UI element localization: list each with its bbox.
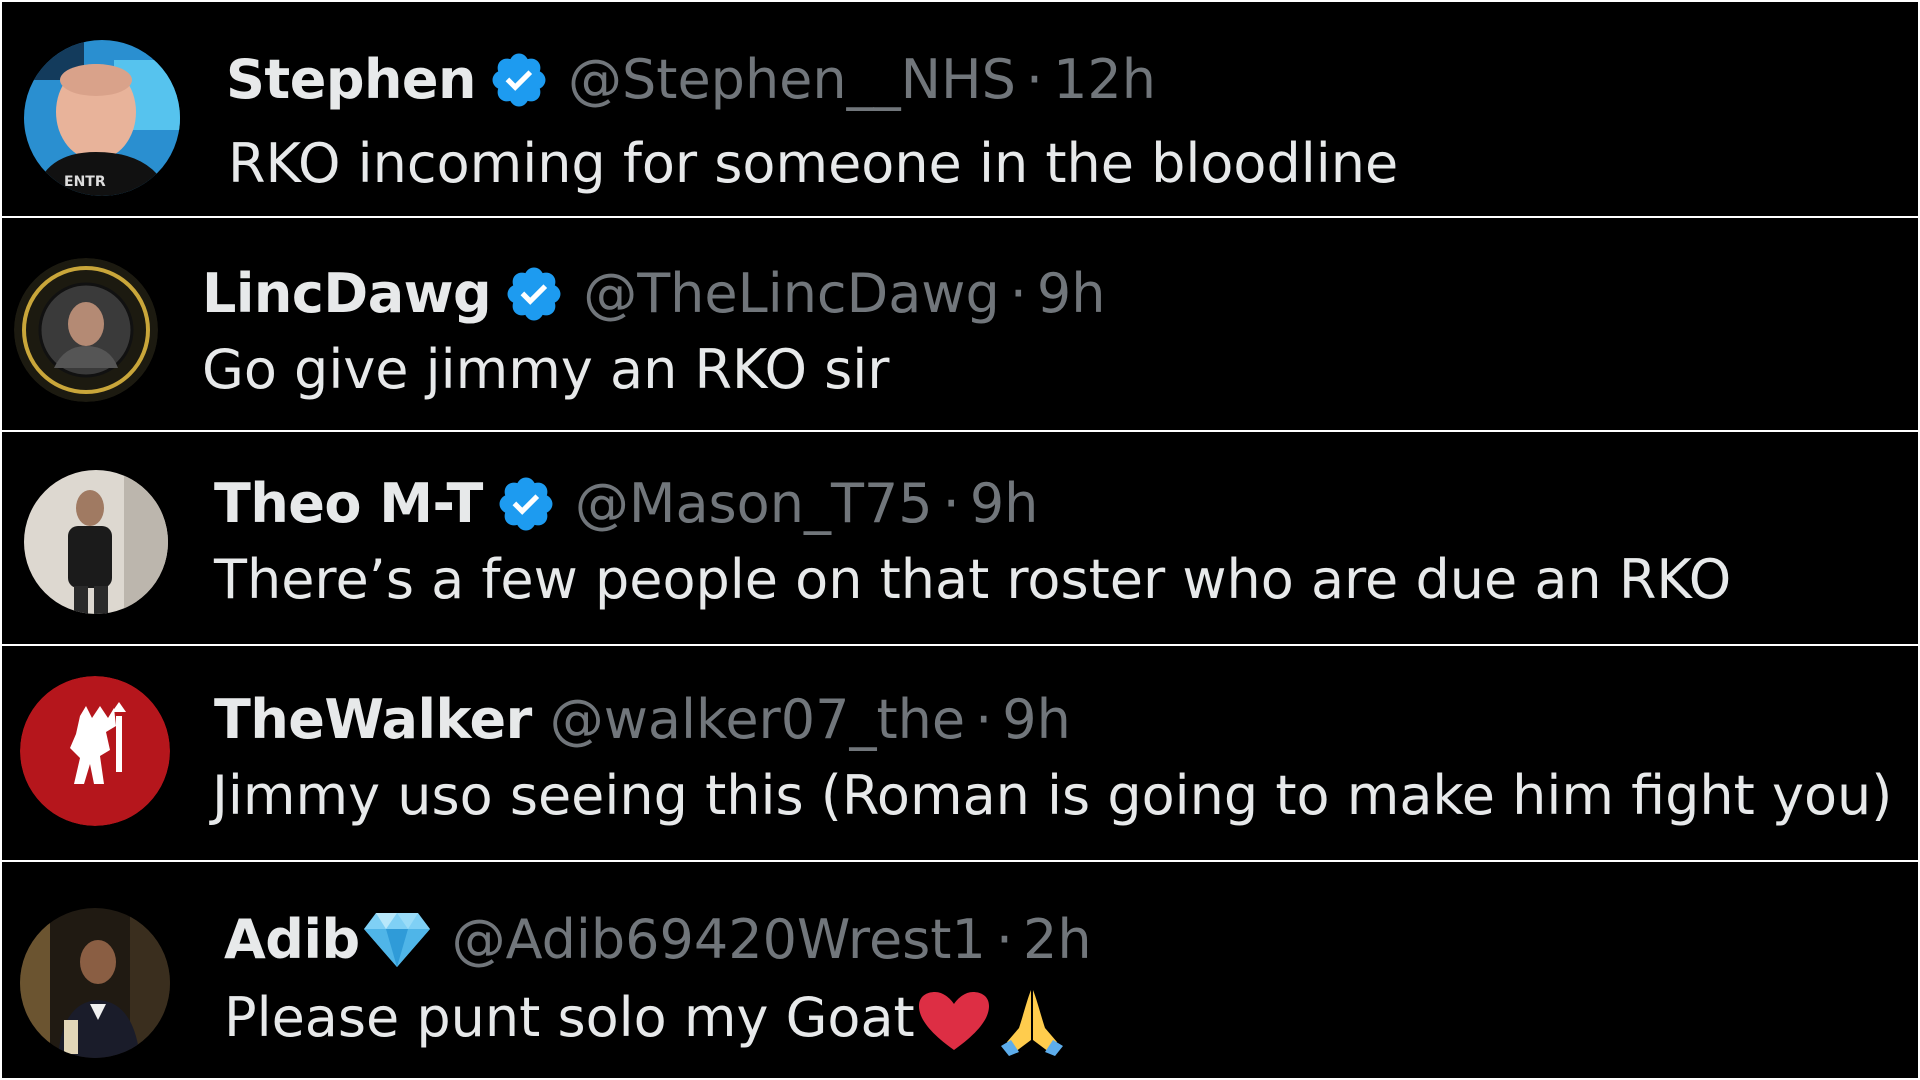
post-thewalker[interactable]: TheWalker @walker07_the · 9h Jimmy uso s… xyxy=(2,646,1918,860)
post-theo[interactable]: Theo M-T @Mason_T75 · 9h There’s a few p… xyxy=(2,432,1918,644)
gem-icon xyxy=(360,911,434,969)
avatar-adib[interactable] xyxy=(20,908,170,1058)
avatar-thewalker[interactable] xyxy=(20,676,170,826)
red-devil-crest-icon xyxy=(20,676,170,826)
timestamp[interactable]: 9h xyxy=(1037,262,1106,326)
profile-photo-man-black-shirt-icon: ENTR xyxy=(24,40,180,196)
timestamp[interactable]: 9h xyxy=(970,472,1039,536)
timestamp[interactable]: 2h xyxy=(1023,908,1092,972)
avatar-lincdawg[interactable] xyxy=(14,258,158,402)
verified-badge-icon xyxy=(488,49,550,111)
avatar-theo[interactable] xyxy=(24,470,168,614)
timestamp[interactable]: 12h xyxy=(1053,48,1156,112)
display-name[interactable]: LincDawg xyxy=(202,262,492,326)
user-handle[interactable]: @TheLincDawg xyxy=(583,262,1000,326)
post-adib[interactable]: Adib @Adib69420Wrest1 · 2h Please punt s… xyxy=(2,862,1918,1078)
display-name[interactable]: Adib xyxy=(224,908,360,972)
display-name[interactable]: TheWalker xyxy=(214,688,532,752)
post-text: Jimmy uso seeing this (Roman is going to… xyxy=(212,764,1893,827)
display-name[interactable]: Stephen xyxy=(226,48,477,112)
timestamp[interactable]: 9h xyxy=(1002,688,1071,752)
separator-dot: · xyxy=(942,472,960,535)
reply-feed: ENTR Stephen @Stephen__NHS · 12h RKO inc… xyxy=(0,0,1920,1080)
verified-badge-icon xyxy=(503,263,565,325)
post-text: There’s a few people on that roster who … xyxy=(214,548,1732,611)
post-lincdawg[interactable]: LincDawg @TheLincDawg · 9h Go give jimmy… xyxy=(2,218,1918,430)
user-handle[interactable]: @Mason_T75 xyxy=(575,472,933,536)
profile-photo-mirror-selfie-icon xyxy=(24,470,168,614)
post-text: Please punt solo my Goat xyxy=(224,986,915,1049)
svg-text:ENTR: ENTR xyxy=(64,174,106,190)
post-text-row: Please punt solo my Goat xyxy=(224,986,1067,1057)
separator-dot: · xyxy=(975,688,993,751)
separator-dot: · xyxy=(1009,262,1027,325)
post-text: Go give jimmy an RKO sir xyxy=(202,338,890,401)
display-name[interactable]: Theo M-T xyxy=(214,472,483,536)
folded-hands-icon xyxy=(997,986,1067,1057)
profile-photo-circular-badge-icon xyxy=(14,258,158,402)
user-handle[interactable]: @walker07_the xyxy=(550,688,965,752)
post-stephen[interactable]: ENTR Stephen @Stephen__NHS · 12h RKO inc… xyxy=(2,2,1918,216)
separator-dot: · xyxy=(1025,48,1044,111)
post-text: RKO incoming for someone in the bloodlin… xyxy=(228,132,1399,195)
separator-dot: · xyxy=(995,908,1013,971)
red-heart-icon xyxy=(917,990,991,1052)
profile-photo-man-tuxedo-icon xyxy=(20,908,170,1058)
user-handle[interactable]: @Adib69420Wrest1 xyxy=(452,908,986,972)
user-handle[interactable]: @Stephen__NHS xyxy=(568,48,1016,112)
avatar-stephen[interactable]: ENTR xyxy=(24,40,180,196)
verified-badge-icon xyxy=(495,473,557,535)
